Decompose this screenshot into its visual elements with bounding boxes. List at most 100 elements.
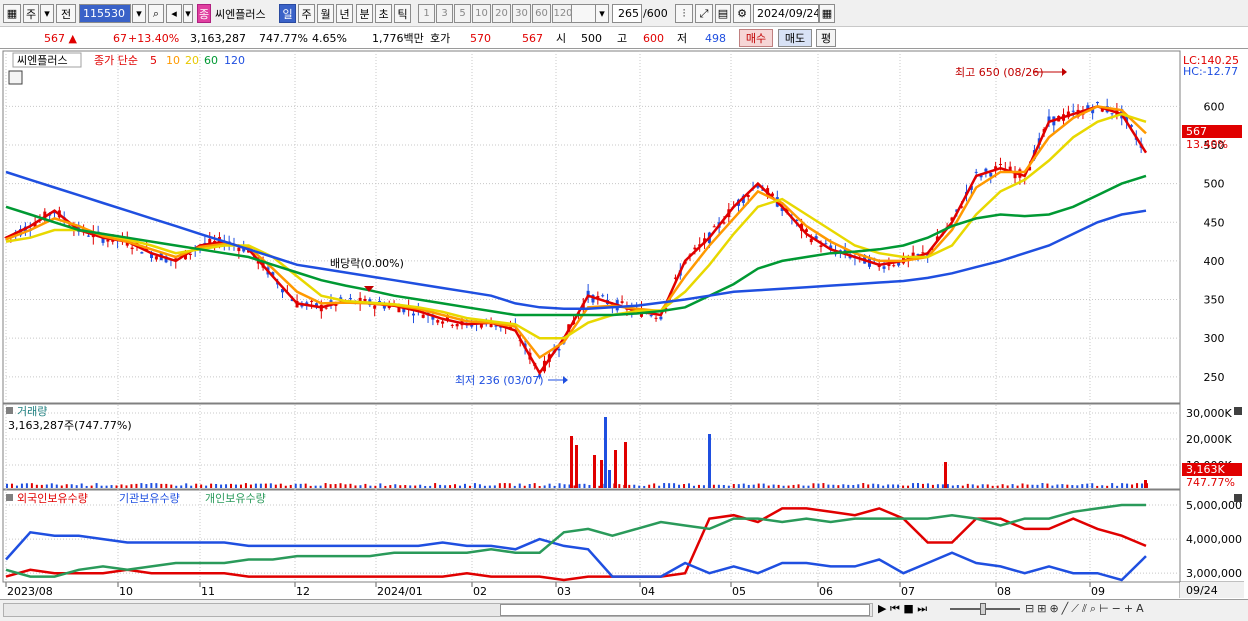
x-axis-label: 08 [997, 585, 1011, 598]
minute-button-60[interactable]: 60 [532, 4, 551, 23]
chart-canvas[interactable]: 60055050045040035030025030,000K20,000K10… [0, 49, 1248, 601]
period-tab-0[interactable]: 일 [279, 4, 296, 23]
x-axis-end-label: 09/24 [1186, 584, 1218, 597]
eval-button[interactable]: 평 [816, 29, 836, 47]
settings-icon[interactable]: ⚙ [733, 4, 751, 23]
x-axis-label: 07 [901, 585, 915, 598]
volume-close-icon[interactable] [1234, 407, 1242, 415]
volume-bar [95, 483, 98, 488]
volume-bar [339, 483, 342, 488]
count-total: /600 [643, 7, 668, 20]
drawing-tools[interactable]: ⊟⊞⊕╱⟋⫽⌕⊢−+A [1025, 602, 1147, 616]
volume-bar [533, 483, 536, 488]
candle-body [659, 316, 663, 320]
holdings-y-tick: 5,000,000 [1186, 499, 1242, 512]
date-input[interactable]: 2024/09/24 [753, 4, 819, 23]
volume-bar [324, 483, 327, 488]
low-price: 498 [705, 31, 726, 45]
speed-slider-handle[interactable] [980, 603, 986, 615]
prev-button[interactable]: 전 [56, 4, 76, 23]
volume-bar [473, 483, 476, 488]
period-tab-6[interactable]: 틱 [394, 4, 411, 23]
speaker-dropdown-icon[interactable]: ▾ [183, 4, 193, 23]
speaker-icon[interactable]: ◂ [166, 4, 182, 23]
volume-bar [334, 484, 337, 488]
holdings-panel-icon[interactable] [6, 494, 13, 501]
rewind-icon[interactable]: ⏮ [890, 602, 900, 615]
minus-icon[interactable]: − [1112, 602, 1124, 615]
calendar-icon[interactable]: ▦ [819, 4, 835, 23]
candle-body [712, 226, 716, 228]
rect-tool-icon[interactable]: ⊟ [1025, 602, 1037, 615]
volume-bar [120, 484, 123, 488]
volume-bar [55, 484, 58, 488]
sell-button[interactable]: 매도 [778, 29, 812, 47]
volume-bar [434, 483, 437, 488]
volume-bar [349, 483, 352, 488]
grid-tool-icon[interactable]: ⊞ [1037, 602, 1049, 615]
play-controls[interactable]: ▶ ⏮ ■ ⏭ [878, 602, 927, 616]
period-tab-3[interactable]: 년 [336, 4, 353, 23]
play-icon[interactable]: ▶ [878, 602, 886, 615]
period-tab-2[interactable]: 월 [317, 4, 334, 23]
foreign-holding-label: 외국인보유수량 [17, 492, 88, 505]
scrollbar-thumb[interactable] [500, 604, 870, 616]
minute-button-5[interactable]: 5 [454, 4, 471, 23]
panel-option-icon[interactable] [8, 70, 23, 85]
current-price-value: 567 [44, 31, 65, 45]
plus-icon[interactable]: + [1124, 602, 1136, 615]
market-button[interactable]: 주 [23, 4, 39, 23]
volume-bar [60, 485, 63, 488]
volume-bar [1006, 485, 1009, 488]
stock-code-input[interactable]: 115530 [79, 4, 131, 23]
current-price: 567 ▲ [44, 30, 77, 46]
fib-tool-icon[interactable]: ⫽ [1082, 602, 1090, 615]
minute-button-3[interactable]: 3 [436, 4, 453, 23]
volume-bar [130, 484, 133, 488]
ma-60-label: 60 [204, 54, 218, 67]
minute-button-10[interactable]: 10 [472, 4, 491, 23]
buy-button[interactable]: 매수 [739, 29, 773, 47]
minute-button-30[interactable]: 30 [512, 4, 531, 23]
volume-bar [1061, 484, 1064, 488]
line-tool-icon[interactable]: ⤢ [695, 4, 713, 23]
holdings-close-icon[interactable] [1234, 494, 1242, 502]
volume-bar [1031, 484, 1034, 488]
search-icon[interactable]: ⌕ [148, 4, 164, 23]
minute-button-20[interactable]: 20 [492, 4, 511, 23]
stock-type-tag: 종 [197, 4, 211, 23]
text-tool-icon[interactable]: A [1136, 602, 1147, 615]
save-icon[interactable]: ▤ [715, 4, 731, 23]
forward-icon[interactable]: ⏭ [917, 602, 927, 615]
x-axis-label: 2024/01 [377, 585, 423, 598]
ray-tool-icon[interactable]: ⟋ [1071, 602, 1082, 615]
chart-area[interactable]: 60055050045040035030025030,000K20,000K10… [0, 49, 1248, 601]
count-input[interactable]: 265 [612, 4, 642, 23]
period-tab-1[interactable]: 주 [298, 4, 315, 23]
ma-10-label: 10 [166, 54, 180, 67]
ruler-tool-icon[interactable]: ⊢ [1099, 602, 1112, 615]
volume-panel-icon[interactable] [6, 407, 13, 414]
window-menu-icon[interactable]: ▦ [3, 4, 21, 23]
cross-tool-icon[interactable]: ⊕ [1049, 602, 1061, 615]
line-tool-icon[interactable]: ╱ [1062, 602, 1072, 615]
minute-button-1[interactable]: 1 [418, 4, 435, 23]
volume-bar [140, 483, 143, 488]
volume-bar [503, 483, 506, 488]
candle-icon[interactable]: ⫶ [675, 4, 693, 23]
period-tab-4[interactable]: 분 [356, 4, 373, 23]
stop-icon[interactable]: ■ [903, 602, 913, 615]
volume-bar [394, 484, 397, 488]
volume-bar [633, 484, 636, 488]
volume-bar [543, 485, 546, 488]
volume-bar [364, 483, 367, 488]
candle-body [620, 301, 624, 303]
market-dropdown-icon[interactable]: ▾ [40, 4, 54, 23]
period-tab-5[interactable]: 초 [375, 4, 392, 23]
code-dropdown-icon[interactable]: ▾ [132, 4, 146, 23]
zoom-tool-icon[interactable]: ⌕ [1090, 602, 1099, 615]
count-dropdown-icon[interactable]: ▾ [595, 4, 609, 23]
candle-body [450, 324, 454, 326]
volume-bar [762, 483, 765, 488]
ma-label: 종가 단순 [94, 54, 138, 67]
